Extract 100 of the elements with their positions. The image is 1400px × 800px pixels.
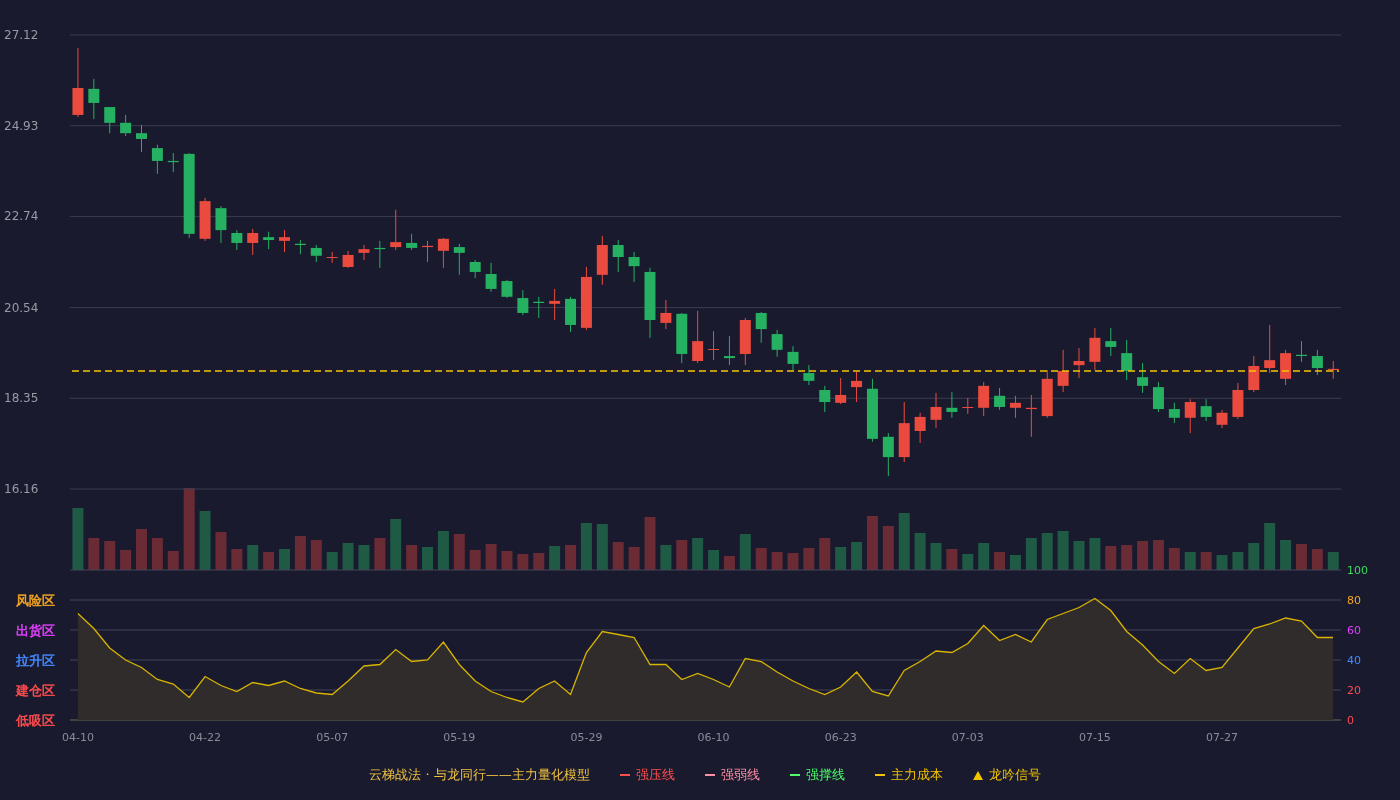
candlestick xyxy=(167,152,179,173)
date-label: 07-27 xyxy=(1206,731,1238,744)
candlestick xyxy=(120,114,132,137)
candlestick xyxy=(263,231,275,250)
candlestick xyxy=(851,371,863,403)
candlestick xyxy=(136,124,147,153)
candlestick xyxy=(1264,324,1276,374)
date-label: 04-10 xyxy=(61,731,94,744)
candlestick xyxy=(994,387,1006,411)
candlestick xyxy=(247,228,259,256)
candlestick xyxy=(1025,394,1037,438)
candlestick xyxy=(374,240,386,269)
candlestick xyxy=(1152,381,1164,413)
legend-label[interactable]: 龙吟信号 xyxy=(988,766,1041,784)
legend-label[interactable]: 强压线 xyxy=(635,766,675,784)
candlestick xyxy=(422,240,434,263)
candlestick xyxy=(517,289,529,316)
candlestick xyxy=(835,377,847,405)
candlestick xyxy=(469,259,481,279)
candlestick xyxy=(723,335,735,366)
candlestick xyxy=(644,267,656,339)
candlestick xyxy=(485,262,497,293)
candlestick xyxy=(453,243,465,276)
candlestick xyxy=(1105,327,1117,357)
date-label: 04-22 xyxy=(189,731,222,744)
axis-label: 40 xyxy=(1347,654,1361,667)
candlestick xyxy=(930,392,942,429)
candlestick xyxy=(501,279,513,299)
candlestick xyxy=(231,229,243,251)
candlestick xyxy=(279,229,290,253)
axis-label: 100 xyxy=(1347,564,1368,577)
candlestick xyxy=(549,288,561,321)
candlestick xyxy=(1248,355,1260,393)
candlestick xyxy=(326,251,338,264)
axis-label: 60 xyxy=(1347,624,1361,637)
candlestick xyxy=(1089,327,1101,371)
candlestick xyxy=(72,47,84,118)
candlestick xyxy=(962,397,974,415)
candlestick xyxy=(946,391,958,419)
candlestick xyxy=(88,78,100,120)
candlestick xyxy=(533,296,545,319)
candlestick xyxy=(1232,382,1244,420)
candlestick xyxy=(596,235,608,286)
candlestick xyxy=(1121,339,1133,381)
candlestick xyxy=(612,239,624,273)
date-label: 05-29 xyxy=(570,731,603,744)
candlestick xyxy=(819,385,831,413)
legend-label[interactable]: 强弱线 xyxy=(720,766,760,784)
candlestick xyxy=(787,345,799,371)
candlestick xyxy=(708,330,720,361)
candlestick xyxy=(1168,402,1180,424)
candlestick xyxy=(660,299,672,330)
candlestick xyxy=(914,412,926,444)
axis-label: 20 xyxy=(1347,684,1361,697)
candlestick xyxy=(1041,369,1053,419)
axis-label: 16.16 xyxy=(4,482,39,496)
candlestick xyxy=(565,296,577,333)
candlestick xyxy=(1295,340,1307,363)
candlestick xyxy=(1200,398,1212,422)
date-label: 06-23 xyxy=(824,731,857,744)
legend-label[interactable]: 主力成本 xyxy=(890,766,943,784)
zone-label: 拉升区 xyxy=(16,653,55,668)
date-label: 06-10 xyxy=(697,731,730,744)
candlestick xyxy=(628,251,640,283)
candlestick xyxy=(215,205,227,244)
date-label: 05-19 xyxy=(443,731,476,744)
candlestick xyxy=(882,432,894,477)
candlestick xyxy=(978,381,990,417)
axis-label: 80 xyxy=(1347,594,1361,607)
candlestick xyxy=(1137,362,1149,394)
candlestick xyxy=(771,329,783,358)
candlestick xyxy=(739,317,751,366)
date-label: 05-07 xyxy=(316,731,349,744)
date-label: 07-15 xyxy=(1078,731,1111,744)
candlestick xyxy=(358,244,370,261)
candlestick xyxy=(104,106,116,134)
candlestick xyxy=(755,311,767,344)
zone-label: 建仓区 xyxy=(16,683,55,698)
candlestick xyxy=(406,233,418,251)
axis-label: 27.12 xyxy=(4,28,39,42)
candlestick xyxy=(580,266,592,331)
zone-label: 出货区 xyxy=(16,623,55,638)
candlestick xyxy=(1327,360,1339,380)
candlestick xyxy=(1216,409,1228,429)
candlestick xyxy=(898,401,910,463)
candlestick xyxy=(294,239,306,255)
date-label: 07-03 xyxy=(951,731,984,744)
candlestick xyxy=(310,244,322,263)
zone-label: 低吸区 xyxy=(16,713,55,728)
legend-label[interactable]: 强撑线 xyxy=(805,766,845,784)
axis-label: 22.74 xyxy=(4,209,39,224)
axis-label: 24.93 xyxy=(4,118,39,133)
candlestick xyxy=(151,144,163,175)
candlestick xyxy=(342,250,354,269)
axis-label: 0 xyxy=(1347,714,1354,727)
candlestick xyxy=(803,364,815,386)
candlestick xyxy=(1009,395,1021,419)
candlestick xyxy=(390,209,402,251)
candlestick xyxy=(1057,349,1069,393)
candlestick xyxy=(676,312,688,364)
